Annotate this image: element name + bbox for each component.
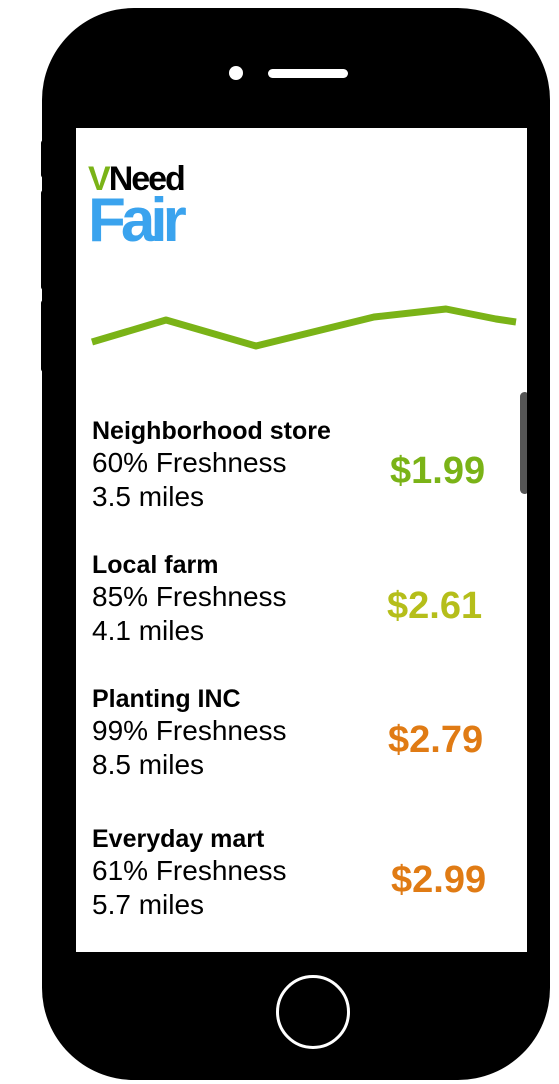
speaker-icon — [268, 69, 348, 78]
list-item[interactable]: Local farm 85% Freshness 4.1 miles $2.61 — [92, 550, 512, 648]
price-trend-line — [91, 305, 517, 350]
trend-polyline — [91, 305, 517, 350]
scrollbar[interactable] — [520, 392, 527, 494]
store-price: $2.79 — [388, 719, 484, 761]
store-price: $1.99 — [390, 450, 486, 492]
home-button[interactable] — [276, 975, 350, 1049]
store-name: Neighborhood store — [92, 417, 331, 445]
store-price: $2.99 — [391, 859, 487, 901]
app-screen: VNeed Fair Neighborhood store 60% Freshn… — [76, 128, 527, 952]
list-item[interactable]: Planting INC 99% Freshness 8.5 miles $2.… — [92, 684, 512, 782]
list-item[interactable]: Everyday mart 61% Freshness 5.7 miles $2… — [92, 824, 512, 922]
front-camera-icon — [229, 66, 243, 80]
store-name: Everyday mart — [92, 825, 265, 853]
store-price: $2.61 — [387, 585, 483, 627]
store-name: Local farm — [92, 551, 219, 579]
list-item[interactable]: Neighborhood store 60% Freshness 3.5 mil… — [92, 416, 512, 514]
store-name: Planting INC — [92, 685, 241, 713]
